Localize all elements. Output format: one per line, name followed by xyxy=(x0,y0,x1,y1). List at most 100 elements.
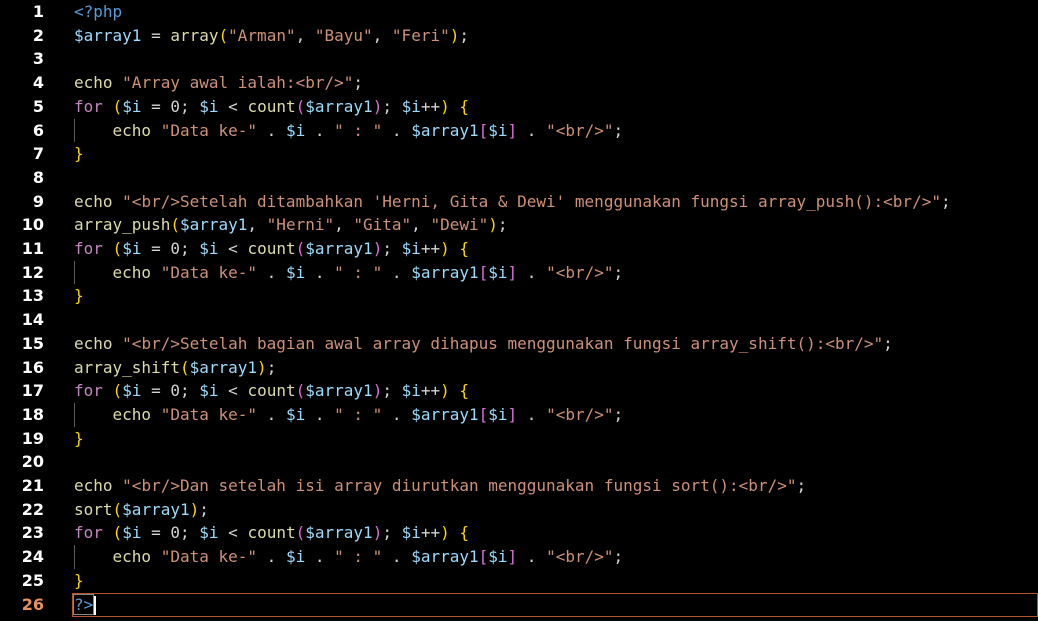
code-token: $i xyxy=(401,381,421,401)
line-code: echo "Data ke-" . $i . " : " . $array1[$… xyxy=(74,261,624,285)
code-token: 0 xyxy=(170,523,180,543)
line-number: 23 xyxy=(21,523,44,543)
line-code: echo "<br/>Setelah ditambahkan 'Herni, G… xyxy=(74,190,951,214)
line-number: 7 xyxy=(32,144,44,164)
code-token: "<br/>" xyxy=(546,547,614,567)
code-line[interactable]: 2 $array1 = array("Arman", "Bayu", "Feri"… xyxy=(0,24,1038,48)
code-token: ( xyxy=(179,357,190,377)
code-token: $array1 xyxy=(189,357,258,377)
code-line[interactable]: 4 echo "Array awal ialah:<br/>"; xyxy=(0,71,1038,95)
line-number: 2 xyxy=(32,25,44,45)
line-code: } xyxy=(74,284,84,308)
code-line[interactable]: 15 echo "<br/>Setelah bagian awal array d… xyxy=(0,332,1038,356)
line-code: echo "Array awal ialah:<br/>"; xyxy=(74,71,363,95)
code-line[interactable]: 13} xyxy=(0,284,1038,308)
code-token: = xyxy=(141,523,171,543)
code-token: array_push xyxy=(74,215,171,235)
code-token: $i xyxy=(488,120,508,140)
code-token: ; xyxy=(382,239,402,258)
code-line[interactable]: 12 echo "Data ke-" . $i . " : " . $array… xyxy=(0,260,1038,285)
code-line[interactable]: 25} xyxy=(0,569,1038,593)
code-token: "Data ke-" xyxy=(160,120,258,140)
code-token: $array1 xyxy=(411,404,479,424)
code-token: for xyxy=(74,96,103,116)
code-token: ) xyxy=(372,239,383,258)
code-line[interactable]: 1 <?php xyxy=(0,0,1038,24)
line-number: 18 xyxy=(21,404,44,424)
line-code: } xyxy=(74,569,84,593)
code-token: $i xyxy=(488,262,508,282)
code-token: $i xyxy=(122,523,142,543)
code-line[interactable]: 21 echo "<br/>Dan setelah isi array diuru… xyxy=(0,474,1038,498)
code-token: echo xyxy=(74,547,152,567)
code-token: [ xyxy=(478,262,489,282)
code-line[interactable]: 16 array_shift($array1); xyxy=(0,356,1038,380)
code-token: < xyxy=(218,381,248,401)
code-token: ) xyxy=(372,523,383,543)
line-number: 14 xyxy=(21,310,44,330)
code-token: $i xyxy=(285,262,306,282)
line-number: 19 xyxy=(21,428,44,448)
code-line[interactable]: 19} xyxy=(0,427,1038,451)
code-token: $i xyxy=(122,96,142,116)
code-token: ; xyxy=(382,523,402,543)
line-number: 10 xyxy=(21,215,44,235)
code-token: array xyxy=(170,25,219,45)
code-line[interactable]: 11 for ($i = 0; $i < count($array1); $i++… xyxy=(0,237,1038,261)
line-number: 3 xyxy=(32,49,44,69)
code-line[interactable]: 6 echo "Data ke-" . $i . " : " . $array1… xyxy=(0,118,1038,143)
line-number: 5 xyxy=(32,96,44,116)
line-code: ?> xyxy=(72,593,95,617)
code-token: ?> xyxy=(72,593,95,615)
code-line[interactable]: 7} xyxy=(0,142,1038,166)
code-token: " : " xyxy=(334,120,383,140)
code-token: $i xyxy=(285,120,306,140)
code-line[interactable]: 23 for ($i = 0; $i < count($array1); $i++… xyxy=(0,521,1038,545)
code-line[interactable]: 10 array_push($array1, "Herni", "Gita", "… xyxy=(0,213,1038,237)
line-code: for ($i = 0; $i < count($array1); $i++) … xyxy=(74,237,469,261)
code-token: < xyxy=(218,96,248,116)
code-line[interactable]: 3 xyxy=(0,47,1038,71)
code-token: "<br/>" xyxy=(546,120,614,140)
code-token: echo xyxy=(74,476,113,495)
code-token: echo xyxy=(74,120,152,140)
code-token: $i xyxy=(401,239,421,258)
code-line[interactable]: 20 xyxy=(0,450,1038,474)
code-token: ) xyxy=(257,357,267,377)
code-token: ( xyxy=(295,523,306,543)
code-token: $array1 xyxy=(122,499,190,519)
line-number: 22 xyxy=(21,499,44,519)
code-line[interactable]: 24 echo "Data ke-" . $i . " : " . $array… xyxy=(0,545,1038,569)
code-token: ; xyxy=(883,333,893,353)
code-token: [ xyxy=(478,120,489,140)
code-token: "<br/>Setelah bagian awal array dihapus … xyxy=(122,333,884,353)
code-line[interactable]: 5 for ($i = 0; $i < count($array1); $i++)… xyxy=(0,95,1038,119)
code-line[interactable]: 22 sort($array1); xyxy=(0,498,1038,522)
code-token: "Feri" xyxy=(391,25,450,45)
code-line[interactable]: 26 ?> xyxy=(0,593,1038,617)
code-token: $array1 xyxy=(411,547,479,567)
code-token: echo xyxy=(74,333,113,353)
code-token: ++ xyxy=(420,96,441,116)
code-editor[interactable]: 1 <?php 2 $array1 = array("Arman", "Bayu", … xyxy=(0,0,1038,621)
code-line[interactable]: 18 echo "Data ke-" . $i . " : " . $array… xyxy=(0,402,1038,427)
code-line[interactable]: 9 echo "<br/>Setelah ditambahkan 'Herni, … xyxy=(0,190,1038,214)
code-line[interactable]: 17 for ($i = 0; $i < count($array1); $i++… xyxy=(0,379,1038,403)
code-token: $array1 xyxy=(305,96,373,116)
code-token: ( xyxy=(112,96,123,116)
line-number: 15 xyxy=(21,333,44,353)
code-line[interactable]: 8 xyxy=(0,166,1038,190)
code-token: "Data ke-" xyxy=(160,404,258,424)
code-token: array_shift xyxy=(74,357,180,377)
code-token: ++ xyxy=(420,239,441,258)
code-token: "Herni" xyxy=(266,215,335,235)
code-token: $i xyxy=(488,547,508,567)
code-token: $array1 xyxy=(411,262,479,282)
code-line[interactable]: 14 xyxy=(0,308,1038,332)
code-token: . xyxy=(517,547,547,567)
line-number: 11 xyxy=(21,239,44,258)
